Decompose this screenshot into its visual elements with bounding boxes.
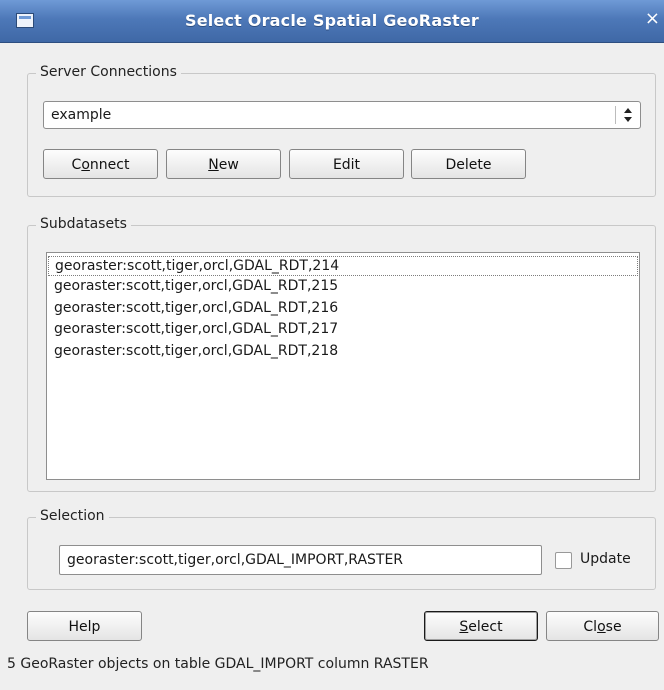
- selection-field[interactable]: georaster:scott,tiger,orcl,GDAL_IMPORT,R…: [59, 545, 542, 575]
- close-label-pre: Cl: [583, 619, 598, 635]
- list-item[interactable]: georaster:scott,tiger,orcl,GDAL_RDT,216: [48, 299, 638, 319]
- server-connections-label: Server Connections: [36, 64, 181, 80]
- server-connection-select[interactable]: example: [43, 101, 641, 129]
- select-mnemonic: S: [459, 619, 469, 635]
- up-down-arrows-icon: [624, 108, 632, 122]
- update-label[interactable]: Update: [580, 551, 631, 567]
- list-item[interactable]: georaster:scott,tiger,orcl,GDAL_RDT,218: [48, 342, 638, 362]
- list-item[interactable]: georaster:scott,tiger,orcl,GDAL_RDT,214: [48, 256, 638, 276]
- delete-button[interactable]: Delete: [411, 149, 526, 179]
- list-item[interactable]: georaster:scott,tiger,orcl,GDAL_RDT,217: [48, 320, 638, 340]
- edit-button[interactable]: Edit: [289, 149, 404, 179]
- selection-label: Selection: [36, 508, 109, 524]
- subdatasets-list[interactable]: georaster:scott,tiger,orcl,GDAL_RDT,214 …: [46, 252, 640, 480]
- subdatasets-label: Subdatasets: [36, 216, 131, 232]
- connect-label-pre: C: [71, 157, 82, 173]
- update-checkbox[interactable]: [555, 552, 572, 569]
- help-button[interactable]: Help: [27, 611, 142, 641]
- close-mnemonic: o: [597, 619, 606, 635]
- select-label-post: elect: [468, 619, 503, 635]
- new-label-post: ew: [218, 157, 239, 173]
- status-text: 5 GeoRaster objects on table GDAL_IMPORT…: [7, 656, 429, 672]
- list-item[interactable]: georaster:scott,tiger,orcl,GDAL_RDT,215: [48, 277, 638, 297]
- dialog-window: Select Oracle Spatial GeoRaster × Server…: [0, 0, 664, 690]
- connect-label-post: nnect: [89, 157, 130, 173]
- window-title: Select Oracle Spatial GeoRaster: [184, 11, 480, 30]
- new-mnemonic: N: [208, 157, 219, 173]
- close-button[interactable]: Close: [546, 611, 659, 641]
- title-bar[interactable]: Select Oracle Spatial GeoRaster ×: [0, 0, 664, 43]
- selected-connection: example: [51, 107, 112, 123]
- connect-button[interactable]: Connect: [43, 149, 158, 179]
- new-button[interactable]: New: [166, 149, 281, 179]
- combo-separator: [615, 106, 616, 124]
- close-label-post: se: [605, 619, 622, 635]
- select-button[interactable]: Select: [424, 611, 538, 641]
- close-window-icon[interactable]: ×: [645, 9, 660, 29]
- selection-value: georaster:scott,tiger,orcl,GDAL_IMPORT,R…: [67, 552, 404, 568]
- connect-mnemonic: o: [81, 157, 90, 173]
